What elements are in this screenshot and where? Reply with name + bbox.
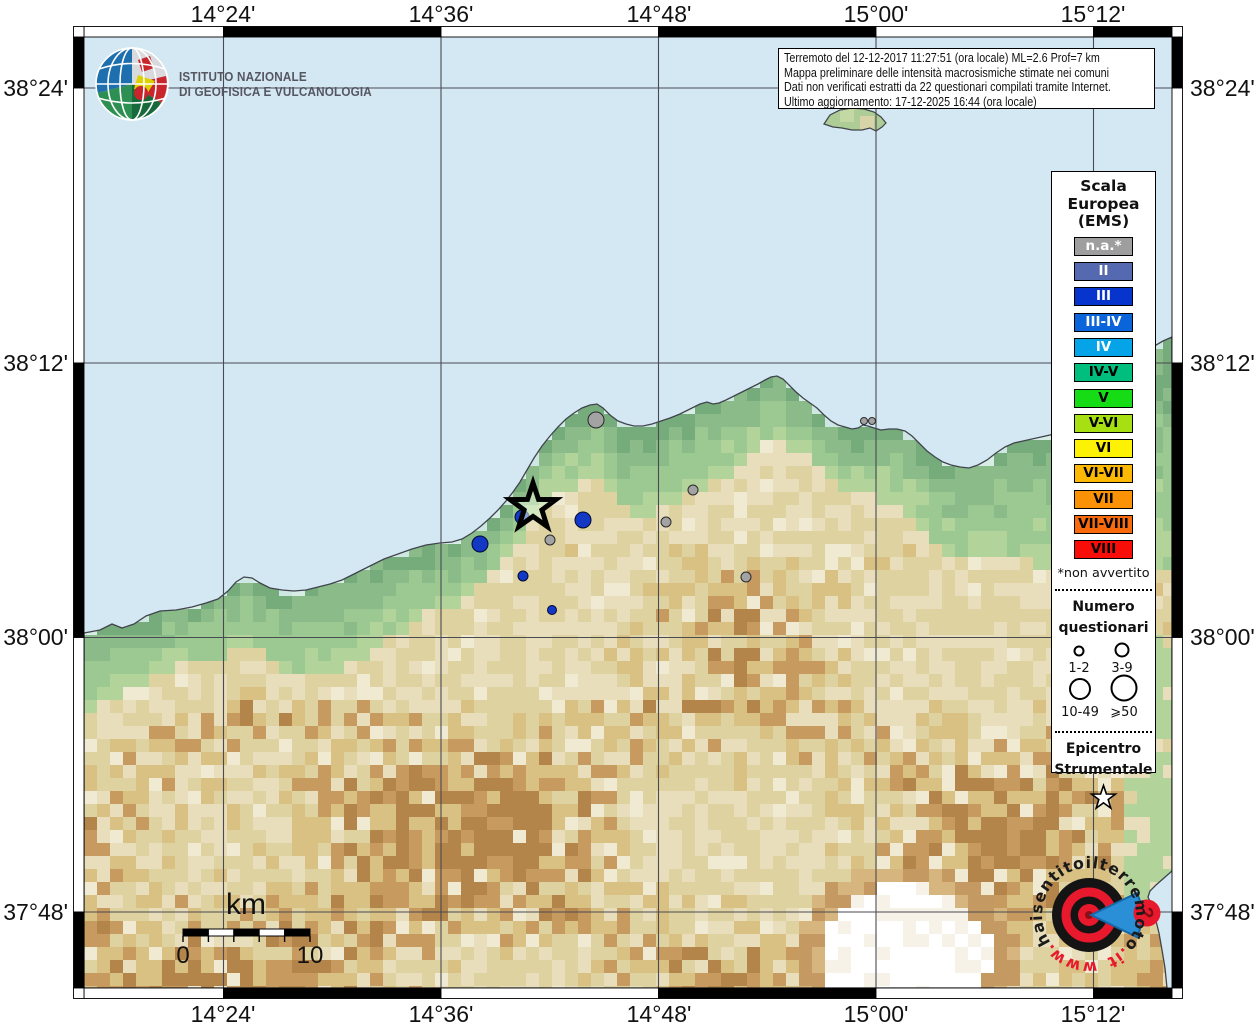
legend-epicenter-title: Epicentro Strumentale xyxy=(1052,739,1155,781)
info-line: Ultimo aggiornamento: 17-12-2025 16:44 (… xyxy=(784,95,1095,109)
legend-swatch-iv-v: IV-V xyxy=(1074,363,1133,382)
map-point-na xyxy=(688,485,698,495)
ingv-logo: ISTITUTO NAZIONALE DI GEOFISICA E VULCAN… xyxy=(94,46,393,122)
questionnaire-size-key: 1-2 3-9 10-49 ⩾50 xyxy=(1052,639,1155,719)
axis-label-right: 37°48' xyxy=(1190,899,1254,926)
map-point-intensity-iii xyxy=(548,606,557,615)
legend-footnote: *non avvertito xyxy=(1052,566,1155,581)
legend-swatch-vii: VII xyxy=(1074,490,1133,509)
legend-title: Scala Europea (EMS) xyxy=(1052,172,1155,231)
axis-label-right: 38°24' xyxy=(1190,75,1254,102)
axis-label-bottom: 14°48' xyxy=(627,1001,692,1024)
legend-divider xyxy=(1055,731,1152,733)
size-circle-50plus xyxy=(1112,676,1137,701)
legend-swatch-vi: VI xyxy=(1074,439,1133,458)
axis-label-bottom: 14°24' xyxy=(191,1001,256,1024)
legend-swatch-iv: IV xyxy=(1074,338,1133,357)
map-point-na xyxy=(741,572,751,582)
axis-label-bottom: 14°36' xyxy=(409,1001,474,1024)
legend-divider xyxy=(1055,589,1152,591)
svg-text:10-49: 10-49 xyxy=(1061,705,1099,719)
map-point-intensity-iii xyxy=(575,512,591,528)
ingv-logo-text: ISTITUTO NAZIONALE DI GEOFISICA E VULCAN… xyxy=(179,69,372,99)
legend-swatch-na: n.a.* xyxy=(1074,237,1133,256)
axis-label-top: 15°00' xyxy=(844,1,909,28)
map-point-intensity-iii xyxy=(472,536,488,552)
legend-swatch-viii: VIII xyxy=(1074,540,1133,559)
map-point-intensity-iii xyxy=(518,571,528,581)
scalebar-start-label: 0 xyxy=(176,942,189,969)
axis-label-left: 38°12' xyxy=(0,350,68,377)
axis-label-top: 15°12' xyxy=(1061,1,1126,28)
map-point-na xyxy=(861,418,868,425)
axis-label-right: 38°12' xyxy=(1190,350,1254,377)
scalebar-unit-label: km xyxy=(226,888,266,921)
size-circle-10-49 xyxy=(1070,679,1090,699)
axis-label-left: 38°24' xyxy=(0,75,68,102)
axis-label-top: 14°48' xyxy=(627,1,692,28)
legend-swatch-vi-vii: VI-VII xyxy=(1074,464,1133,483)
svg-text:1-2: 1-2 xyxy=(1068,661,1089,676)
info-line: Mappa preliminare delle intensità macros… xyxy=(784,66,1095,81)
earthquake-info-box: Terremoto del 12-12-2017 11:27:51 (ora l… xyxy=(778,48,1155,109)
svg-text:⩾50: ⩾50 xyxy=(1110,705,1137,719)
legend-swatch-iii-iv: III-IV xyxy=(1074,313,1133,332)
map-point-na xyxy=(545,535,555,545)
size-circle-1-2 xyxy=(1075,647,1084,656)
star-icon xyxy=(1092,786,1116,809)
legend-swatch-ii: II xyxy=(1074,262,1133,281)
terrain-layer xyxy=(84,37,1176,999)
svg-text:3-9: 3-9 xyxy=(1111,661,1132,676)
axis-label-top: 14°24' xyxy=(191,1,256,28)
size-circle-3-9 xyxy=(1116,644,1129,657)
axis-label-bottom: 15°12' xyxy=(1061,1001,1126,1024)
scalebar-end-label: 10 xyxy=(297,942,324,969)
legend-swatch-v: V xyxy=(1074,389,1133,408)
legend-box: Scala Europea (EMS) n.a.* II III III-IV … xyxy=(1051,171,1156,773)
map-point-na xyxy=(661,517,671,527)
map-point-na xyxy=(869,418,876,425)
axis-label-top: 14°36' xyxy=(409,1,474,28)
epicenter-star-key xyxy=(1052,781,1155,815)
info-line: Dati non verificati estratti da 22 quest… xyxy=(784,80,1095,95)
axis-label-left: 37°48' xyxy=(0,899,68,926)
legend-questionnaires-title: Numero questionari xyxy=(1052,597,1155,639)
axis-label-bottom: 15°00' xyxy=(844,1001,909,1024)
ingv-globe-icon xyxy=(94,46,170,122)
info-line: Terremoto del 12-12-2017 11:27:51 (ora l… xyxy=(784,51,1095,66)
legend-swatch-v-vi: V-VI xyxy=(1074,414,1133,433)
map-point-na xyxy=(588,412,604,428)
axis-label-left: 38°00' xyxy=(0,624,68,651)
axis-label-right: 38°00' xyxy=(1190,624,1254,651)
map-page: km 0 10 ? www.haisentitoilterremoto.it 1… xyxy=(0,0,1254,1024)
legend-swatch-iii: III xyxy=(1074,287,1133,306)
legend-swatch-vii-viii: VII-VIII xyxy=(1074,515,1133,534)
